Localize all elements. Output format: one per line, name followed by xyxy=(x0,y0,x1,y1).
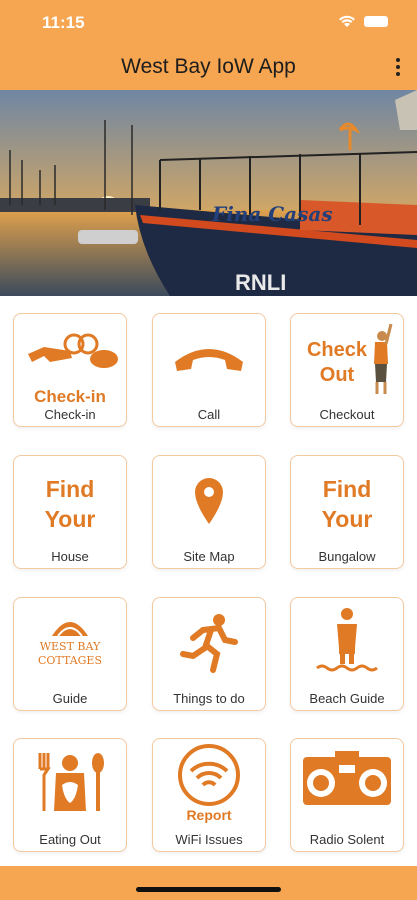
find-word: Find xyxy=(322,476,372,502)
report-icon-text: Report xyxy=(186,807,232,823)
tile-label: Things to do xyxy=(173,691,245,706)
tile-bungalow[interactable]: Find Your Bungalow xyxy=(290,455,404,569)
menu-dot-icon xyxy=(396,58,400,62)
tile-label: Site Map xyxy=(183,549,235,564)
west-bay-cottages-logo: WEST BAY COTTAGES xyxy=(14,640,126,668)
app-header: West Bay IoW App xyxy=(0,44,417,90)
your-word: Your xyxy=(44,506,96,532)
tile-site-map[interactable]: Site Map xyxy=(152,455,266,569)
tile-eating-out[interactable]: Eating Out xyxy=(13,738,127,852)
brand-logo: Fina Casas xyxy=(212,202,333,226)
tile-house[interactable]: Find Your House xyxy=(13,455,127,569)
find-word: Find xyxy=(45,476,95,502)
home-indicator[interactable] xyxy=(136,887,281,892)
hero-banner[interactable]: RNLI Fina Casas xyxy=(0,90,417,296)
battery-icon xyxy=(364,16,388,27)
find-text-icon: Find Your xyxy=(291,474,403,534)
tile-checkout[interactable]: Check Out Checkout xyxy=(290,313,404,427)
tile-label: Eating Out xyxy=(39,832,101,847)
tile-label: Bungalow xyxy=(318,549,376,564)
wifi-status-icon xyxy=(339,15,355,27)
tile-things-to-do[interactable]: Things to do xyxy=(152,597,266,711)
menu-dot-icon xyxy=(396,65,400,69)
bottom-bar xyxy=(0,866,417,900)
svg-text:RNLI: RNLI xyxy=(235,270,286,295)
your-word: Your xyxy=(321,506,373,532)
status-bar: 11:15 xyxy=(0,0,417,44)
logo-line-2: COTTAGES xyxy=(37,654,102,667)
more-menu-button[interactable] xyxy=(390,56,406,80)
tile-check-in[interactable]: Check-in Check-in xyxy=(13,313,127,427)
status-time: 11:15 xyxy=(42,13,85,32)
check-in-icon-text: Check-in xyxy=(34,387,106,406)
tile-label: Beach Guide xyxy=(309,691,385,706)
menu-dot-icon xyxy=(396,72,400,76)
tile-label: Checkout xyxy=(319,407,375,422)
tile-label: WiFi Issues xyxy=(175,832,243,847)
app-title: West Bay IoW App xyxy=(121,55,296,78)
tile-label: Check-in xyxy=(44,407,96,422)
find-text-icon: Find Your xyxy=(14,474,126,534)
tile-label: Call xyxy=(197,407,221,422)
tile-wifi-issues[interactable]: Report WiFi Issues xyxy=(152,738,266,852)
tile-label: House xyxy=(51,549,89,564)
tile-label: Radio Solent xyxy=(309,832,385,847)
tile-guide[interactable]: WEST BAY COTTAGES Guide xyxy=(13,597,127,711)
tile-beach-guide[interactable]: Beach Guide xyxy=(290,597,404,711)
tile-label: Guide xyxy=(52,691,88,706)
tile-radio-solent[interactable]: Radio Solent xyxy=(290,738,404,852)
tile-call[interactable]: Call xyxy=(152,313,266,427)
logo-line-1: WEST BAY xyxy=(39,640,101,653)
harbour-sunset-image: RNLI xyxy=(0,90,417,296)
